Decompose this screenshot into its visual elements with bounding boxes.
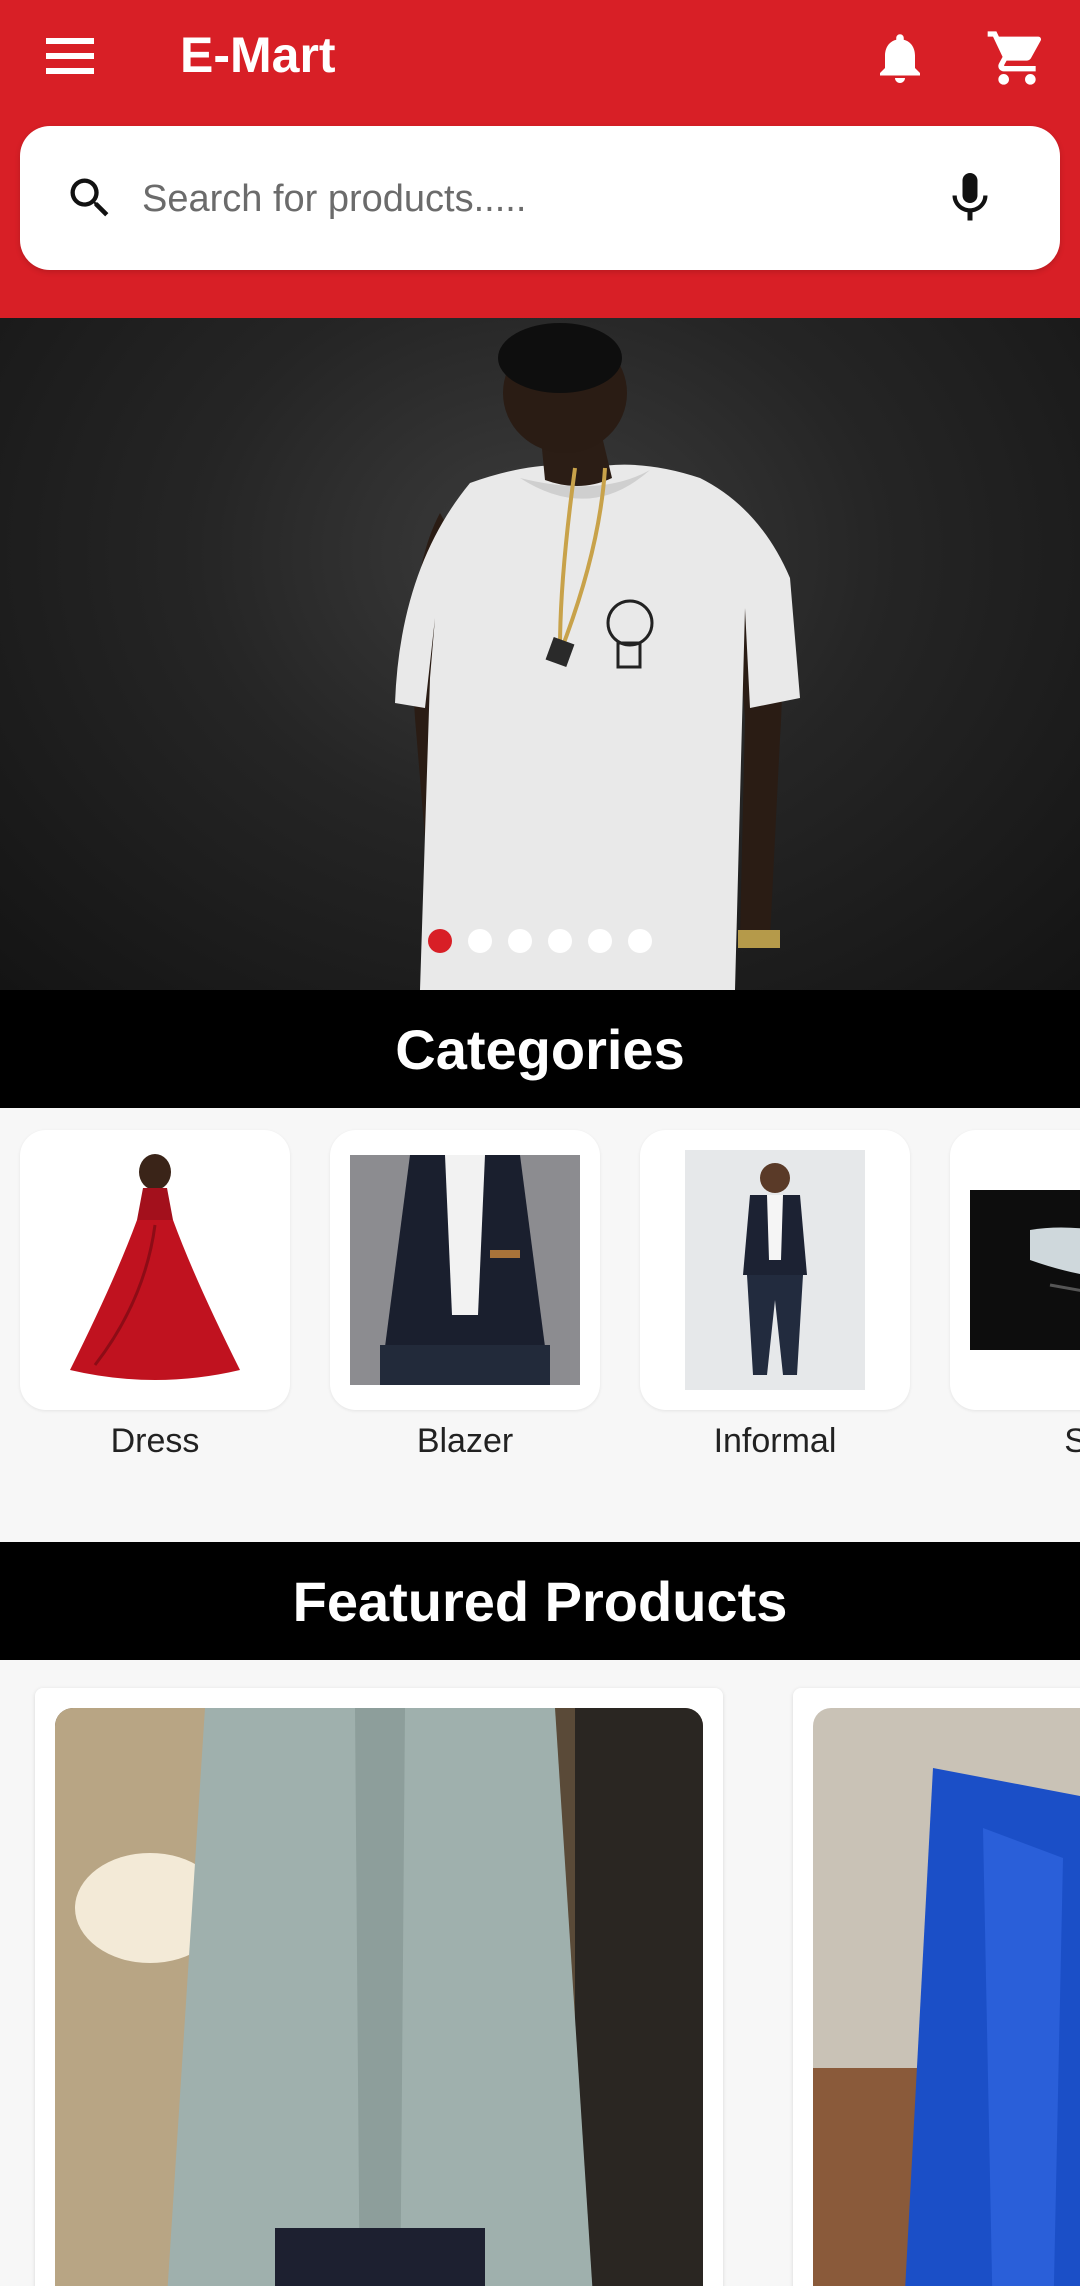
category-card[interactable] bbox=[950, 1130, 1080, 1410]
bell-icon[interactable] bbox=[870, 28, 930, 88]
blazer-image bbox=[350, 1155, 580, 1385]
cart-icon[interactable] bbox=[985, 26, 1049, 90]
categories-heading: Categories bbox=[0, 990, 1080, 1108]
dress-image bbox=[70, 1154, 240, 1380]
category-card[interactable] bbox=[330, 1130, 600, 1410]
carousel-indicator bbox=[0, 929, 1080, 959]
promo-banner[interactable] bbox=[0, 318, 1080, 990]
carousel-dot[interactable] bbox=[508, 929, 532, 953]
category-item-blazer[interactable]: Blazer bbox=[330, 1130, 600, 1461]
category-item-shoes[interactable]: Sh bbox=[950, 1130, 1080, 1461]
banner-image bbox=[395, 323, 800, 990]
categories-list[interactable]: Dress Blazer Informal S bbox=[0, 1110, 1080, 1542]
category-item-dress[interactable]: Dress bbox=[20, 1130, 290, 1461]
search-bar[interactable] bbox=[20, 126, 1060, 270]
category-label: Informal bbox=[713, 1422, 837, 1460]
menu-icon[interactable] bbox=[38, 30, 102, 82]
product-image bbox=[55, 1708, 703, 2286]
category-label: Sh bbox=[1064, 1422, 1080, 1460]
category-card[interactable] bbox=[20, 1130, 290, 1410]
product-image bbox=[813, 1708, 1080, 2286]
category-label: Dress bbox=[110, 1422, 200, 1460]
product-card[interactable] bbox=[35, 1688, 723, 2286]
carousel-dot[interactable] bbox=[468, 929, 492, 953]
carousel-dot[interactable] bbox=[628, 929, 652, 953]
featured-products-list[interactable] bbox=[0, 1660, 1080, 2286]
carousel-dot[interactable] bbox=[428, 929, 452, 953]
carousel-dot[interactable] bbox=[588, 929, 612, 953]
mic-icon[interactable] bbox=[940, 168, 1000, 228]
search-icon[interactable] bbox=[64, 172, 116, 224]
search-input[interactable] bbox=[140, 166, 904, 232]
featured-heading: Featured Products bbox=[0, 1542, 1080, 1660]
informal-image bbox=[685, 1150, 865, 1390]
category-item-informal[interactable]: Informal bbox=[640, 1130, 910, 1461]
category-card[interactable] bbox=[640, 1130, 910, 1410]
carousel-dot[interactable] bbox=[548, 929, 572, 953]
shoes-image bbox=[970, 1190, 1080, 1350]
app-title: E-Mart bbox=[180, 27, 336, 83]
product-card[interactable] bbox=[793, 1688, 1080, 2286]
category-label: Blazer bbox=[416, 1422, 514, 1460]
